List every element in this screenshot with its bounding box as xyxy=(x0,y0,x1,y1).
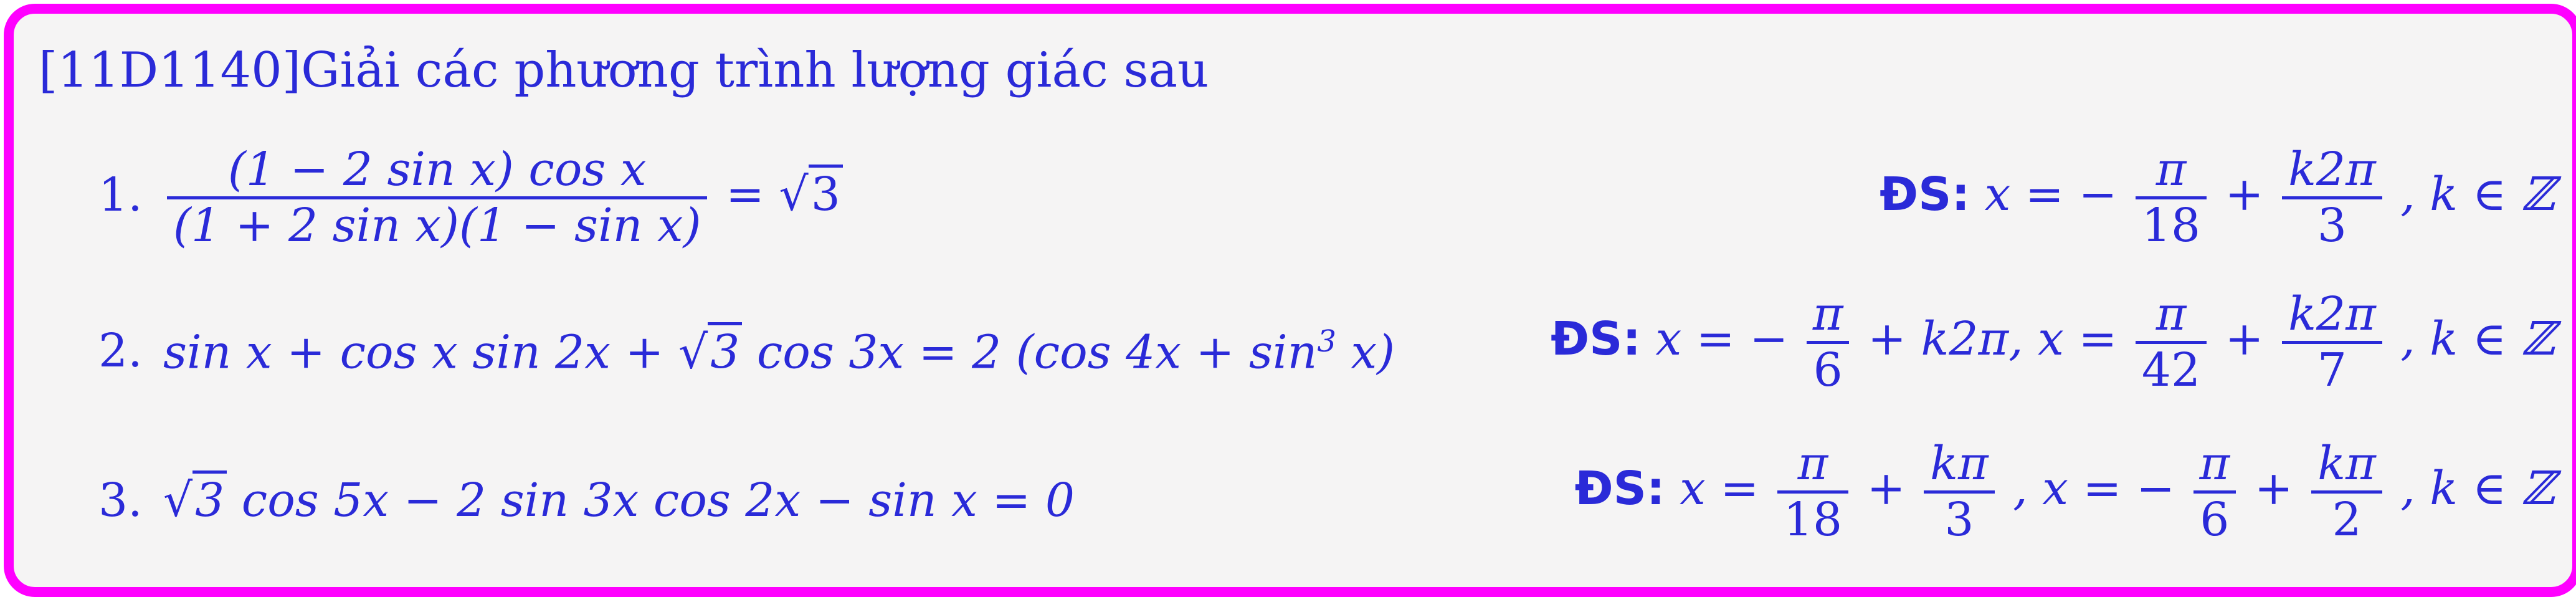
equation-part: x) xyxy=(1336,325,1395,380)
problem-2-answer: ĐS: x = − π 6 + k2π, x = π 42 + k2π 7 , … xyxy=(1551,287,2555,397)
fraction-denominator: 6 xyxy=(1806,341,1850,397)
answer-fraction: π 18 xyxy=(1777,437,1849,547)
lhs-denominator: (1 + 2 sin x)(1 − sin x) xyxy=(167,196,708,252)
equation-part: cos 5x − 2 sin 3x cos 2x − sin x = 0 xyxy=(227,474,1075,527)
fraction-denominator: 3 xyxy=(1924,490,1995,547)
answer-label: ĐS: xyxy=(1880,168,1970,222)
sqrt-sign: √ xyxy=(163,474,193,527)
fraction-numerator: k2π xyxy=(2288,287,2376,341)
fraction-numerator: π xyxy=(1797,437,1828,490)
plus-sign: + xyxy=(2254,462,2293,516)
radicand: 3 xyxy=(708,322,743,380)
plus-sign: + xyxy=(2225,168,2264,222)
answer-fraction: π 6 xyxy=(1806,287,1850,397)
fraction-numerator: π xyxy=(2155,143,2187,196)
answer-middle: + k2π, x = xyxy=(1868,312,2117,366)
lhs-fraction: (1 − 2 sin x) cos x (1 + 2 sin x)(1 − si… xyxy=(167,143,708,252)
problem-3-answer: ĐS: x = π 18 + kπ 3 , x = − π 6 + kπ 2 ,… xyxy=(1575,437,2555,547)
exercise-title: [11D1140]Giải các phương trình lượng giá… xyxy=(39,42,1209,98)
exercise-frame: [11D1140]Giải các phương trình lượng giá… xyxy=(4,4,2576,597)
answer-prefix: x = − xyxy=(1655,312,1789,366)
fraction-denominator: 42 xyxy=(2135,341,2207,397)
answer-suffix: , k ∈ ℤ xyxy=(2400,312,2555,366)
problem-number: 1. xyxy=(98,168,143,222)
fraction-denominator: 18 xyxy=(2135,196,2207,252)
rhs-radicand: 3 xyxy=(808,165,843,222)
problem-1-equation: (1 − 2 sin x) cos x (1 + 2 sin x)(1 − si… xyxy=(163,143,843,252)
equation-part: cos 3x = 2 (cos 4x + sin xyxy=(742,325,1318,380)
answer-fraction: π 6 xyxy=(2193,437,2236,547)
answer-fraction: π 18 xyxy=(2135,143,2207,252)
problem-number: 3. xyxy=(98,474,143,527)
plus-sign: + xyxy=(1866,462,1906,516)
answer-label: ĐS: xyxy=(1551,312,1641,366)
fraction-numerator: π xyxy=(2155,287,2187,341)
rhs-prefix: = √ xyxy=(726,168,809,222)
fraction-denominator: 2 xyxy=(2311,490,2382,547)
answer-label: ĐS: xyxy=(1574,462,1665,516)
problem-2: 2. sin x + cos x sin 2x + √3 cos 3x = 2 … xyxy=(14,287,2572,413)
problem-2-equation: sin x + cos x sin 2x + √3 cos 3x = 2 (co… xyxy=(163,322,1395,380)
equation-part: sin x + cos x sin 2x + √ xyxy=(163,325,708,380)
fraction-denominator: 3 xyxy=(2282,196,2382,252)
answer-fraction: k2π 7 xyxy=(2282,287,2382,397)
answer-suffix: , k ∈ ℤ xyxy=(2400,168,2555,222)
answer-suffix: , k ∈ ℤ xyxy=(2400,462,2555,516)
problem-3: 3. √3 cos 5x − 2 sin 3x cos 2x − sin x =… xyxy=(14,437,2572,562)
answer-fraction: π 42 xyxy=(2135,287,2207,397)
problem-number: 2. xyxy=(98,324,143,378)
answer-fraction: kπ 2 xyxy=(2311,437,2382,547)
fraction-numerator: k2π xyxy=(2288,143,2376,196)
fraction-numerator: π xyxy=(2199,437,2230,490)
answer-middle: , x = − xyxy=(2013,462,2175,516)
fraction-numerator: π xyxy=(1812,287,1843,341)
problem-3-equation: √3 cos 5x − 2 sin 3x cos 2x − sin x = 0 xyxy=(163,470,1075,527)
fraction-denominator: 18 xyxy=(1777,490,1849,547)
fraction-denominator: 6 xyxy=(2193,490,2236,547)
exponent: 3 xyxy=(1317,324,1336,359)
plus-sign: + xyxy=(2225,312,2264,366)
fraction-numerator: kπ xyxy=(2317,437,2376,490)
answer-prefix: x = − xyxy=(1984,168,2117,222)
lhs-numerator: (1 − 2 sin x) cos x xyxy=(227,143,647,196)
fraction-numerator: kπ xyxy=(1930,437,1989,490)
radicand: 3 xyxy=(192,470,227,527)
answer-fraction: k2π 3 xyxy=(2282,143,2382,252)
fraction-denominator: 7 xyxy=(2282,341,2382,397)
problem-1: 1. (1 − 2 sin x) cos x (1 + 2 sin x)(1 −… xyxy=(14,132,2572,257)
problem-1-answer: ĐS: x = − π 18 + k2π 3 , k ∈ ℤ xyxy=(1880,143,2555,252)
answer-fraction: kπ 3 xyxy=(1924,437,1995,547)
answer-prefix: x = xyxy=(1680,462,1759,516)
